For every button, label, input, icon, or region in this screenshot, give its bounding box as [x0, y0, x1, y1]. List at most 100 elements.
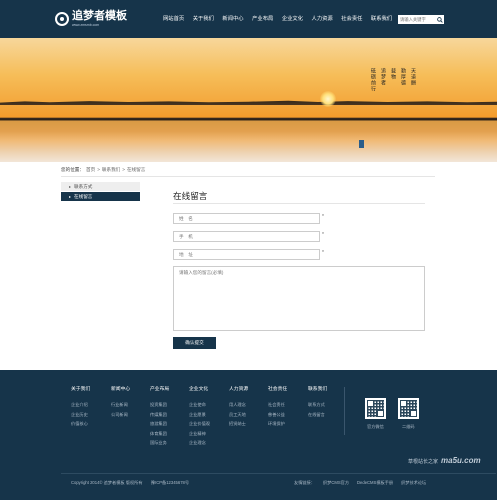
- footer-column-title[interactable]: 企业文化: [189, 385, 229, 392]
- footer-link[interactable]: 员工天地: [229, 410, 269, 420]
- address-field[interactable]: [173, 249, 320, 260]
- footer-column-title[interactable]: 产业布局: [150, 385, 190, 392]
- poem-line: 勤厚德: [400, 68, 406, 86]
- footer-column-title[interactable]: 人力资源: [229, 385, 269, 392]
- poem-line: 天道酬: [410, 68, 416, 86]
- footer-column-culture: 企业文化 企业使命 企业愿景 企业价值观 企业精神 企业理念: [189, 385, 229, 448]
- search-button[interactable]: [436, 15, 444, 24]
- banner-sun: [320, 91, 336, 107]
- required-mark: *: [322, 232, 324, 238]
- nav-item-about[interactable]: 关于我们: [193, 15, 214, 23]
- nav-item-home[interactable]: 网站首页: [163, 15, 184, 23]
- friend-links-label: 友情链接：: [294, 480, 315, 485]
- nav-item-culture[interactable]: 企业文化: [282, 15, 303, 23]
- search-box: [398, 15, 444, 24]
- nav-item-contact[interactable]: 联系我们: [371, 15, 392, 23]
- nav-item-industry[interactable]: 产业布局: [252, 15, 273, 23]
- qr-label: 官方微信: [367, 424, 384, 429]
- footer-link[interactable]: 体育集团: [150, 429, 190, 439]
- footer-link[interactable]: 社会责任: [268, 400, 308, 410]
- poem-line: 砥砺前行: [370, 68, 376, 92]
- friend-link[interactable]: 织梦CMS官方: [323, 480, 349, 486]
- header: 追梦者模板 www.zmsmb.com 网站首页 关于我们 新闻中心 产业布局 …: [0, 0, 497, 38]
- breadcrumb-separator: >: [97, 167, 100, 172]
- arrow-right-icon: ▸: [69, 194, 72, 199]
- breadcrumb-current: 在线留言: [126, 167, 146, 172]
- sidebar-item-message[interactable]: ▸ 在线留言: [61, 192, 140, 201]
- logo-name: 追梦者模板: [72, 9, 127, 22]
- footer-divider: [344, 387, 345, 435]
- footer-link[interactable]: 在线留言: [308, 410, 348, 420]
- footer-column-title[interactable]: 关于我们: [71, 385, 111, 392]
- footer-link[interactable]: 招贤纳士: [229, 419, 269, 429]
- logo[interactable]: 追梦者模板 www.zmsmb.com: [55, 7, 127, 31]
- search-input[interactable]: [398, 15, 436, 24]
- divider: [173, 203, 425, 204]
- footer-column-news: 新闻中心 行业新闻 公司新闻: [111, 385, 151, 419]
- copyright: Copyright 2014© 追梦者模板 版权所有 豫ICP备12345678…: [71, 480, 190, 485]
- main-nav: 网站首页 关于我们 新闻中心 产业布局 企业文化 人力资源 社会责任 联系我们: [163, 15, 401, 23]
- footer-column-title[interactable]: 联系我们: [308, 385, 348, 392]
- footer-bottom-divider: [61, 473, 496, 474]
- sidebar-item-label: 联系方式: [74, 183, 93, 189]
- submit-button[interactable]: 确认提交: [173, 337, 216, 349]
- breadcrumb-label: 您的位置：: [61, 167, 84, 172]
- phone-field[interactable]: [173, 231, 320, 242]
- footer-column-title[interactable]: 新闻中心: [111, 385, 151, 392]
- footer-link[interactable]: 价值核心: [71, 419, 111, 429]
- required-mark: *: [322, 250, 324, 256]
- friend-link[interactable]: 织梦技术论坛: [401, 480, 426, 486]
- footer-link[interactable]: 传媒集团: [150, 410, 190, 420]
- footer-link[interactable]: 企业愿景: [189, 410, 229, 420]
- footer-link[interactable]: 联系方式: [308, 400, 348, 410]
- breadcrumb-separator: >: [122, 167, 125, 172]
- banner-image: 天道酬 勤厚德 载物 追梦者 砥砺前行: [0, 38, 497, 162]
- footer-link[interactable]: 行业新闻: [111, 400, 151, 410]
- poem-line: 载物: [390, 68, 396, 80]
- footer-link[interactable]: 投资集团: [150, 400, 190, 410]
- footer-link[interactable]: 慈善公益: [268, 410, 308, 420]
- footer-link[interactable]: 企业介绍: [71, 400, 111, 410]
- footer-column-about: 关于我们 企业介绍 企业历史 价值核心: [71, 385, 111, 429]
- footer-column-hr: 人力资源 用人理念 员工天地 招贤纳士: [229, 385, 269, 429]
- sidebar-item-label: 在线留言: [74, 193, 93, 199]
- divider: [61, 176, 435, 177]
- footer-link[interactable]: 企业价值观: [189, 419, 229, 429]
- watermark-en: ma5u.com: [441, 456, 481, 465]
- poem-line: 追梦者: [380, 68, 386, 86]
- footer-link[interactable]: 用人理念: [229, 400, 269, 410]
- logo-url: www.zmsmb.com: [72, 22, 100, 27]
- footer-link[interactable]: 环境保护: [268, 419, 308, 429]
- message-field[interactable]: [173, 266, 425, 331]
- wechat-qr-code: [365, 398, 386, 419]
- footer-link[interactable]: 旅游集团: [150, 419, 190, 429]
- nav-item-news[interactable]: 新闻中心: [222, 15, 243, 23]
- breadcrumb: 您的位置： 首页 > 联系我们 > 在线留言: [61, 167, 145, 173]
- name-field[interactable]: [173, 213, 320, 224]
- footer-link[interactable]: 企业精神: [189, 429, 229, 439]
- qr-label: 二维码: [402, 424, 415, 429]
- logo-icon: [55, 12, 69, 26]
- footer-link[interactable]: 公司新闻: [111, 410, 151, 420]
- footer: 关于我们 企业介绍 企业历史 价值核心 新闻中心 行业新闻 公司新闻 产业布局 …: [0, 370, 497, 500]
- friend-link[interactable]: DedeCMS模板手册: [357, 480, 393, 486]
- footer-link[interactable]: 企业使命: [189, 400, 229, 410]
- footer-link[interactable]: 国际业务: [150, 438, 190, 448]
- watermark-cn: 草根站长之家: [408, 459, 439, 465]
- sidebar: ▸ 联系方式 ▸ 在线留言: [61, 182, 140, 202]
- nav-item-hr[interactable]: 人力资源: [312, 15, 333, 23]
- footer-column-industry: 产业布局 投资集团 传媒集团 旅游集团 体育集团 国际业务: [150, 385, 190, 448]
- nav-item-responsibility[interactable]: 社会责任: [341, 15, 362, 23]
- breadcrumb-home[interactable]: 首页: [86, 167, 95, 173]
- sidebar-item-contact-info[interactable]: ▸ 联系方式: [61, 182, 140, 191]
- footer-link[interactable]: 企业理念: [189, 438, 229, 448]
- watermark: 草根站长之家 ma5u.com: [408, 456, 481, 465]
- breadcrumb-contact[interactable]: 联系我们: [102, 167, 120, 173]
- page: 追梦者模板 www.zmsmb.com 网站首页 关于我们 新闻中心 产业布局 …: [0, 0, 497, 500]
- footer-column-contact: 联系我们 联系方式 在线留言: [308, 385, 348, 419]
- footer-column-responsibility: 社会责任 社会责任 慈善公益 环境保护: [268, 385, 308, 429]
- search-icon: [437, 16, 443, 23]
- qr-code: [398, 398, 419, 419]
- footer-column-title[interactable]: 社会责任: [268, 385, 308, 392]
- footer-link[interactable]: 企业历史: [71, 410, 111, 420]
